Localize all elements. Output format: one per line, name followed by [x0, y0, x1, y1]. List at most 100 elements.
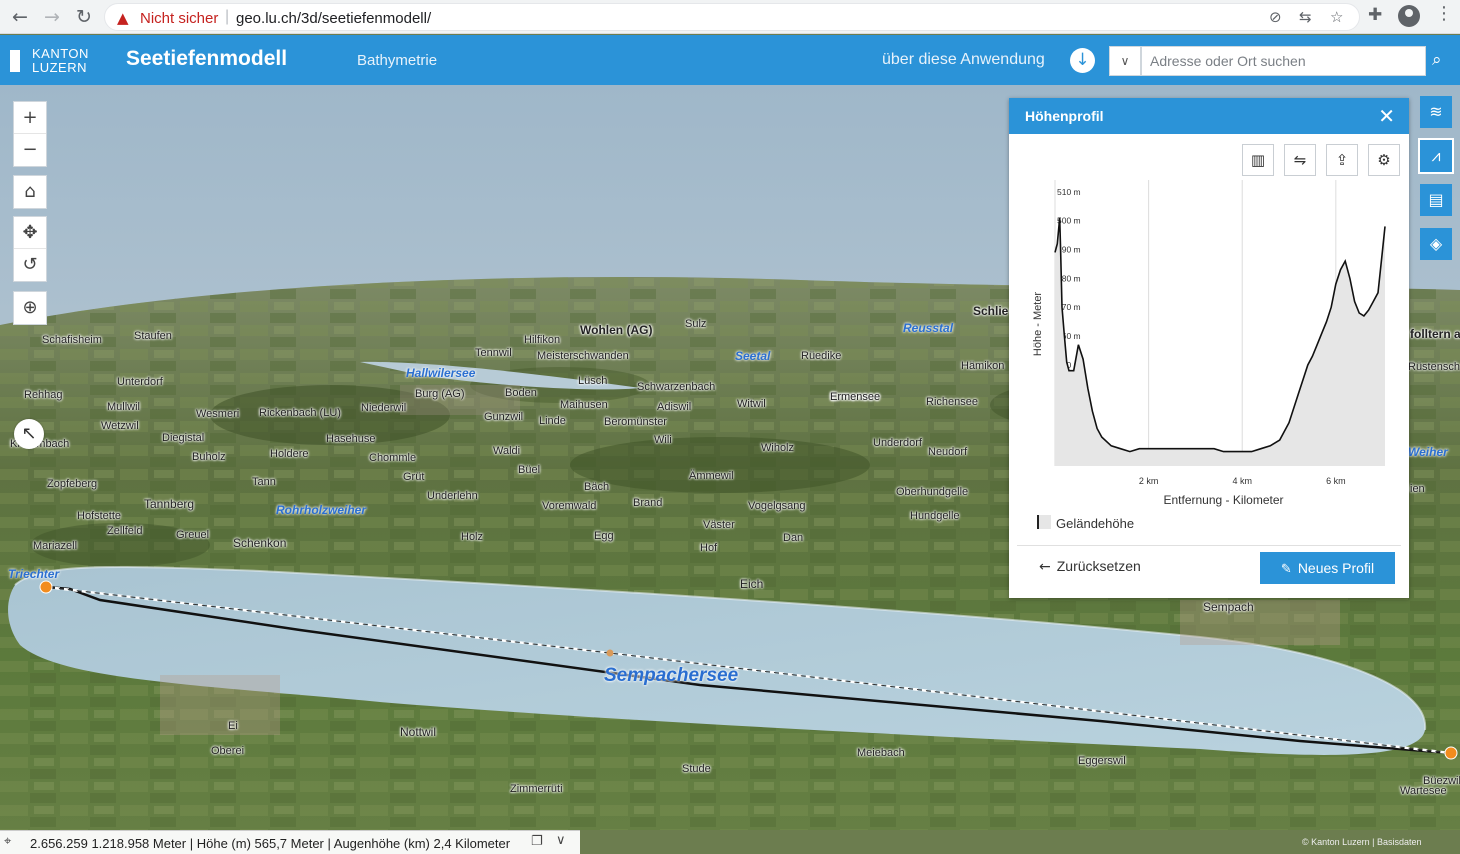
- zoom-in-icon[interactable]: +: [14, 102, 46, 134]
- zoom-out-icon[interactable]: −: [14, 134, 46, 166]
- site-settings-icon[interactable]: ⊘: [1269, 8, 1282, 26]
- logo-line2: LUZERN: [32, 60, 88, 75]
- browser-menu-icon[interactable]: ⋮: [1435, 3, 1453, 24]
- elevation-chart[interactable]: 2 km4 km6 km420 m430 m440 m450 m460 m470…: [1009, 178, 1409, 508]
- crosshair-icon[interactable]: ⌖: [4, 834, 11, 849]
- legend-swatch[interactable]: [1037, 515, 1051, 529]
- place-label: Tennwil: [475, 347, 512, 359]
- layers-icon[interactable]: ≋: [1420, 96, 1452, 128]
- place-label: Neudorf: [928, 446, 968, 458]
- search-source-dropdown[interactable]: ∨: [1109, 46, 1141, 76]
- security-warning[interactable]: Nicht sicher: [140, 10, 218, 27]
- place-label: Buholz: [192, 451, 226, 463]
- new-profile-button[interactable]: ✎ Neues Profil: [1260, 552, 1395, 584]
- coordinates-text: 2.656.259 1.218.958 Meter | Höhe (m) 565…: [30, 836, 511, 851]
- panel-title: Höhenprofil: [1025, 108, 1104, 124]
- url-separator: |: [225, 8, 230, 25]
- bookmark-icon[interactable]: ▤: [1420, 184, 1452, 216]
- place-label: Richensee: [926, 396, 978, 408]
- translate-icon[interactable]: ⇆: [1299, 8, 1312, 26]
- browser-toolbar: ← → ↻ ▲ Nicht sicher | geo.lu.ch/3d/seet…: [0, 0, 1460, 34]
- x-tick-label: 6 km: [1326, 476, 1346, 486]
- place-label: Underdorf: [873, 437, 922, 449]
- arrow-left-icon: ←: [1039, 559, 1051, 575]
- compass-icon[interactable]: ↖: [14, 419, 44, 449]
- place-label: Niederwil: [361, 402, 407, 414]
- y-axis-label: Höhe - Meter: [1032, 292, 1044, 357]
- search-input[interactable]: [1141, 46, 1426, 76]
- place-label: Voremwald: [542, 500, 597, 512]
- url-text[interactable]: geo.lu.ch/3d/seetiefenmodell/: [236, 10, 431, 27]
- place-label: Diegistal: [162, 432, 205, 444]
- place-label: Zimmerrüti: [510, 783, 563, 795]
- reset-button[interactable]: ← Zurücksetzen: [1039, 558, 1141, 575]
- place-label: Rickenbach (LU): [259, 407, 341, 419]
- place-label: Egg: [594, 530, 614, 542]
- logo[interactable]: KANTON LUZERN: [32, 47, 89, 74]
- place-label: Boden: [505, 387, 537, 399]
- forward-icon[interactable]: →: [40, 5, 64, 29]
- basemap-icon[interactable]: ◈: [1420, 228, 1452, 260]
- profile-icon[interactable]: ⩘: [1418, 138, 1454, 174]
- place-label: Waldi: [493, 445, 521, 457]
- place-label: Chommle: [369, 452, 417, 464]
- info-download-icon[interactable]: ↓: [1070, 48, 1095, 73]
- place-label: Wiholz: [761, 442, 795, 454]
- place-label: Hofstette: [77, 510, 122, 522]
- y-tick-label: 510 m: [1057, 187, 1081, 197]
- reload-icon[interactable]: ↻: [72, 5, 96, 29]
- statistics-icon[interactable]: ▥: [1242, 144, 1274, 176]
- place-label: Lüsch: [578, 375, 608, 387]
- place-label: Witwil: [737, 398, 766, 410]
- place-label: Rüedike: [801, 350, 842, 362]
- panel-footer: ← Zurücksetzen ✎ Neues Profil: [1017, 545, 1401, 587]
- place-label: Holdere: [270, 448, 309, 460]
- app-header: KANTON LUZERN Seetiefenmodell Bathymetri…: [0, 35, 1460, 85]
- place-label: Stude: [682, 763, 711, 775]
- attribution[interactable]: © Kanton Luzern | Basisdaten: [1302, 837, 1422, 847]
- place-label: Zopfeberg: [47, 478, 98, 490]
- rotate-icon[interactable]: ↺: [14, 249, 46, 281]
- locate-icon[interactable]: ⊕: [14, 292, 46, 324]
- legend-label[interactable]: Geländehöhe: [1056, 516, 1134, 531]
- search-icon[interactable]: ⌕: [1432, 50, 1442, 70]
- reset-label: Zurücksetzen: [1056, 558, 1141, 574]
- app-title: Seetiefenmodell: [126, 47, 288, 70]
- settings-icon[interactable]: ⚙: [1368, 144, 1400, 176]
- chevron-down-icon[interactable]: ∨: [556, 833, 566, 848]
- place-label: Beromünster: [604, 416, 667, 428]
- place-label: Hasehuse: [326, 433, 376, 445]
- place-label: Brand: [633, 497, 663, 509]
- place-label: Meiebach: [857, 747, 905, 759]
- place-label: Maihusen: [560, 399, 608, 411]
- place-label: Hof: [700, 542, 718, 554]
- address-bar[interactable]: ▲ Nicht sicher | geo.lu.ch/3d/seetiefenm…: [104, 3, 1360, 31]
- about-link[interactable]: über diese Anwendung: [882, 51, 1045, 69]
- place-label: Mullwil: [107, 401, 140, 413]
- bookmark-star-icon[interactable]: ☆: [1330, 8, 1343, 26]
- coordinate-readout: ⌖ 2.656.259 1.218.958 Meter | Höhe (m) 5…: [0, 830, 580, 854]
- place-label: Dan: [783, 532, 804, 544]
- zoom-controls: + −: [13, 101, 47, 167]
- close-icon[interactable]: ✕: [1378, 104, 1395, 128]
- logo-mark: [10, 50, 20, 72]
- place-label: Rüstensch: [1408, 361, 1460, 373]
- place-label: Tannberg: [144, 497, 195, 511]
- place-label: Adiswil: [657, 401, 692, 413]
- swap-icon[interactable]: ⇋: [1284, 144, 1316, 176]
- profile-avatar-icon[interactable]: [1398, 5, 1420, 27]
- extensions-icon[interactable]: ✚: [1368, 5, 1382, 25]
- back-icon[interactable]: ←: [8, 5, 32, 29]
- place-label: Holz: [461, 531, 484, 543]
- home-icon[interactable]: ⌂: [14, 176, 46, 208]
- place-label: Ei: [228, 720, 238, 732]
- x-tick-label: 2 km: [1139, 476, 1159, 486]
- place-label: Ämmewil: [689, 470, 734, 482]
- export-icon[interactable]: ⇪: [1326, 144, 1358, 176]
- place-label: Bäch: [584, 481, 610, 493]
- copy-icon[interactable]: ❐: [531, 834, 543, 849]
- pan-icon[interactable]: ✥: [14, 217, 46, 249]
- place-label: Sempachersee: [604, 665, 739, 686]
- place-label: Burg (AG): [415, 388, 465, 400]
- new-profile-label: Neues Profil: [1297, 560, 1375, 576]
